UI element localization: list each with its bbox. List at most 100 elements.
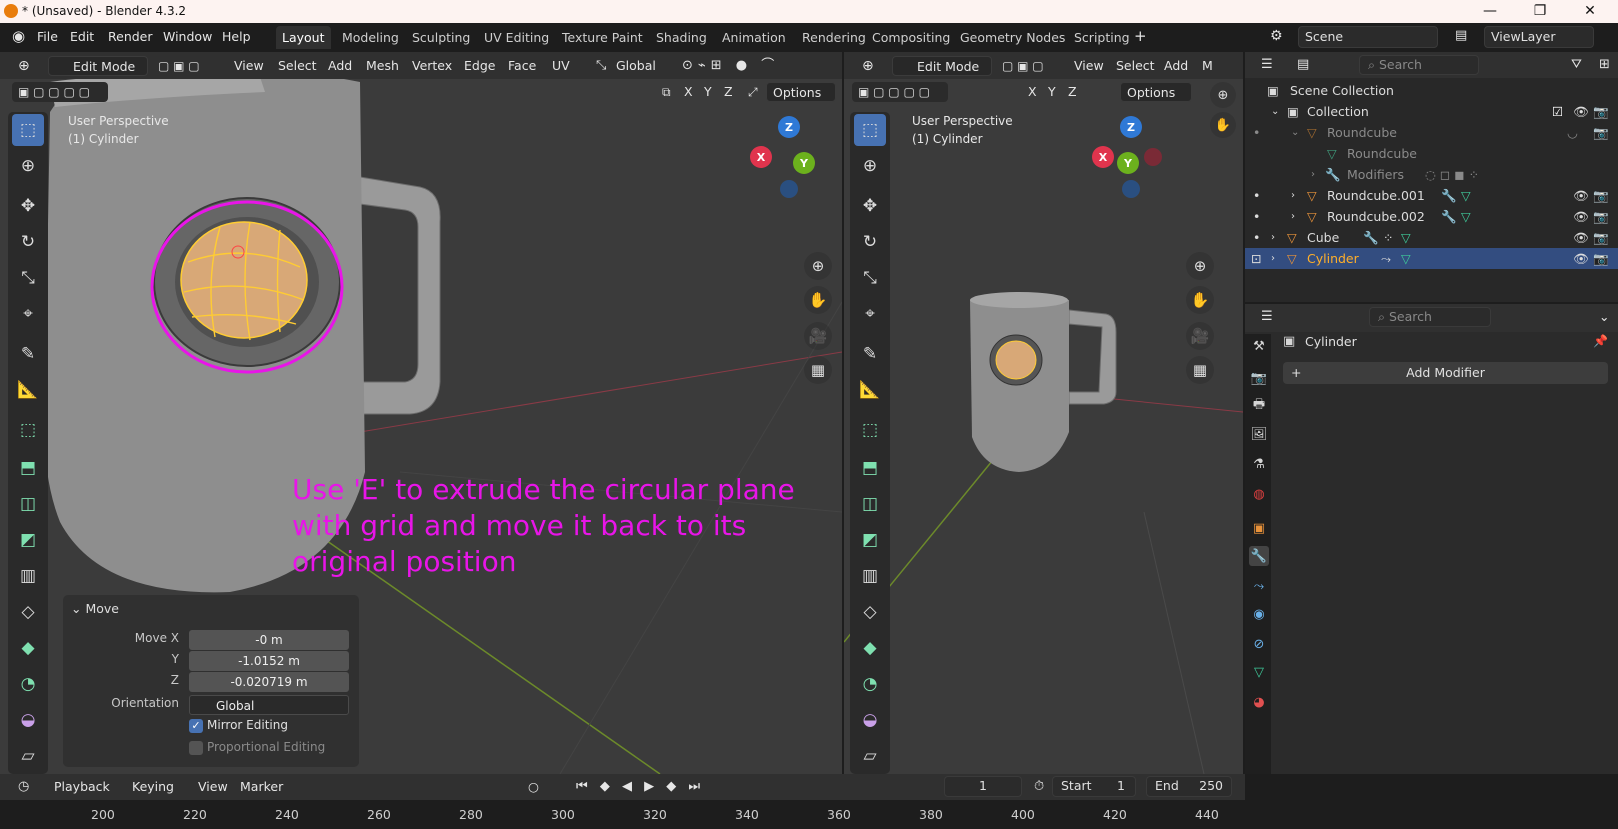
pin-icon[interactable]: 📌 (1593, 334, 1608, 348)
camera-icon[interactable]: 📷 (1593, 122, 1609, 143)
vp-menu-edge[interactable]: Edge (458, 56, 501, 76)
physics-tab-icon[interactable]: ◉ (1249, 604, 1269, 624)
eye-icon[interactable]: 👁 (1573, 248, 1589, 269)
outliner-row-cylinder[interactable]: ⊡ › ▽ Cylinder ⤳ ▽ 👁 📷 (1245, 248, 1618, 269)
outliner-row-scene-collection[interactable]: ▣ Scene Collection (1245, 80, 1618, 101)
cursor-tool-icon[interactable]: ⊕ (12, 150, 44, 182)
timeline-editor-icon[interactable]: ◷ (12, 777, 35, 797)
menu-file[interactable]: File (37, 29, 58, 44)
tab-sculpting[interactable]: Sculpting (406, 26, 476, 49)
inset-tool-icon[interactable]: ◫ (12, 488, 44, 520)
knife-tool-icon-right[interactable]: ◇ (854, 596, 886, 628)
vp-right-menu-select[interactable]: Select (1110, 56, 1161, 76)
measure-tool-icon-right[interactable]: 📐 (854, 374, 886, 406)
transform-tool-icon[interactable]: ⌖ (12, 298, 44, 330)
hand-side-icon[interactable]: ✋ (1210, 112, 1236, 138)
mode-dropdown[interactable]: Edit Mode (48, 56, 148, 76)
gizmo-x-right[interactable]: X (1092, 146, 1114, 168)
perspective-toggle-icon-right[interactable]: ▦ (1186, 356, 1214, 384)
loop-cut-tool-icon-right[interactable]: ▥ (854, 560, 886, 592)
spin-tool-icon[interactable]: ◔ (12, 668, 44, 700)
select-mode-buttons-right[interactable]: ▢ ▣ ▢ (996, 56, 1058, 76)
keying-menu[interactable]: Keying (126, 777, 180, 797)
view-menu[interactable]: View (192, 777, 234, 797)
view-layer-tab-icon[interactable]: 🖼 (1249, 424, 1269, 444)
menu-window[interactable]: Window (163, 29, 212, 44)
knife-tool-icon[interactable]: ◇ (12, 596, 44, 628)
mirror-x-button[interactable]: X (678, 82, 699, 102)
smooth-tool-icon-right[interactable]: ◒ (854, 704, 886, 736)
camera-icon[interactable]: 📷 (1593, 227, 1609, 248)
playback-menu[interactable]: Playback (48, 777, 116, 797)
mirror-y-button[interactable]: Y (698, 82, 718, 102)
render-tab-icon[interactable]: 📷 (1249, 368, 1269, 388)
gizmo-z-right[interactable]: Z (1120, 116, 1142, 138)
vp-menu-add[interactable]: Add (322, 56, 358, 76)
vp-right-menu-add[interactable]: Add (1158, 56, 1194, 76)
bevel-tool-icon[interactable]: ◩ (12, 524, 44, 556)
tab-uv-editing[interactable]: UV Editing (478, 26, 555, 49)
eye-icon[interactable]: 👁 (1573, 227, 1589, 248)
menu-help[interactable]: Help (222, 29, 251, 44)
new-collection-icon[interactable]: ⊞ (1593, 55, 1616, 75)
tab-geometry-nodes[interactable]: Geometry Nodes (954, 26, 1071, 49)
current-frame-field[interactable]: 1 (944, 776, 1022, 797)
gizmo-z[interactable]: Z (778, 116, 800, 138)
object-tab-icon[interactable]: ▣ (1249, 518, 1269, 538)
vp-menu-select[interactable]: Select (272, 56, 323, 76)
scene-icon[interactable]: ⚙ (1270, 28, 1283, 44)
minimize-button[interactable]: — (1467, 1, 1513, 22)
options-dropdown-right[interactable]: Options (1120, 82, 1192, 102)
select-mode-toolbar[interactable]: ▣ ▢ ▢ ▢ ▢ (12, 82, 108, 102)
exclude-checkbox[interactable]: ☑ (1552, 101, 1563, 122)
editor-type-icon-right[interactable]: ⊕ (856, 56, 880, 76)
eye-icon[interactable]: 👁 (1573, 101, 1589, 122)
camera-icon[interactable]: 📷 (1593, 248, 1609, 269)
move-tool-icon-right[interactable]: ✥ (854, 190, 886, 222)
inset-tool-icon-right[interactable]: ◫ (854, 488, 886, 520)
transform-tool-icon-right[interactable]: ⌖ (854, 298, 886, 330)
move-panel-header[interactable]: ⌄ Move (71, 601, 119, 616)
eye-icon[interactable]: 👁 (1573, 185, 1589, 206)
add-cube-tool-icon-right[interactable]: ⬚ (854, 414, 886, 446)
tab-animation[interactable]: Animation (716, 26, 792, 49)
move-z-field[interactable]: -0.020719 m (189, 672, 349, 692)
gizmo-y-right[interactable]: Y (1117, 152, 1139, 174)
camera-icon[interactable]: 📷 (1593, 206, 1609, 227)
close-button[interactable]: ✕ (1567, 1, 1613, 22)
outliner-row-roundcube-mesh[interactable]: ▽ Roundcube (1245, 143, 1618, 164)
gizmo-neg-z[interactable] (780, 180, 798, 198)
zoom-icon-right[interactable]: ⊕ (1186, 252, 1214, 280)
mirror-z-button-right[interactable]: Z (1062, 82, 1083, 102)
bevel-tool-icon-right[interactable]: ◩ (854, 524, 886, 556)
blender-menu-icon[interactable]: ◉ (12, 27, 25, 45)
add-workspace-icon[interactable]: + (1134, 27, 1147, 45)
cursor-tool-icon-right[interactable]: ⊕ (854, 150, 886, 182)
chevron-down-icon[interactable]: ⌄ (1593, 307, 1615, 327)
scene-name-field[interactable]: Scene (1298, 26, 1438, 48)
move-tool-icon[interactable]: ✥ (12, 190, 44, 222)
vp-menu-vertex[interactable]: Vertex (406, 56, 458, 76)
menu-render[interactable]: Render (108, 29, 153, 44)
options-dropdown[interactable]: Options (766, 82, 836, 102)
camera-icon[interactable]: 📷 (1593, 185, 1609, 206)
scene-tab-icon[interactable]: ⚗ (1249, 454, 1269, 474)
scale-tool-icon[interactable]: ⤡ (12, 262, 44, 294)
zoom-side-icon[interactable]: ⊕ (1210, 82, 1236, 108)
outliner-row-modifiers[interactable]: › 🔧 Modifiers ◌ ◻ ◼ ⁘ (1245, 164, 1618, 185)
pan-hand-icon-right[interactable]: ✋ (1186, 286, 1214, 314)
hidden-eye-icon[interactable]: ◡ (1567, 122, 1578, 143)
rotate-tool-icon[interactable]: ↻ (12, 226, 44, 258)
shear-tool-icon[interactable]: ▱ (12, 740, 44, 772)
modifier-tab-icon[interactable]: 🔧 (1249, 546, 1269, 566)
constraints-tab-icon[interactable]: ⊘ (1249, 634, 1269, 654)
particles-tab-icon[interactable]: ⤳ (1249, 576, 1269, 596)
spin-tool-icon-right[interactable]: ◔ (854, 668, 886, 700)
tab-compositing[interactable]: Compositing (866, 26, 956, 49)
tab-layout[interactable]: Layout (276, 26, 331, 49)
select-box-tool-icon-right[interactable]: ⬚ (854, 114, 886, 146)
properties-search-input[interactable]: ⌕ Search (1369, 307, 1491, 327)
menu-edit[interactable]: Edit (70, 29, 94, 44)
move-y-field[interactable]: -1.0152 m (189, 651, 349, 671)
select-mode-toolbar-right[interactable]: ▣ ▢ ▢ ▢ ▢ (852, 82, 948, 102)
